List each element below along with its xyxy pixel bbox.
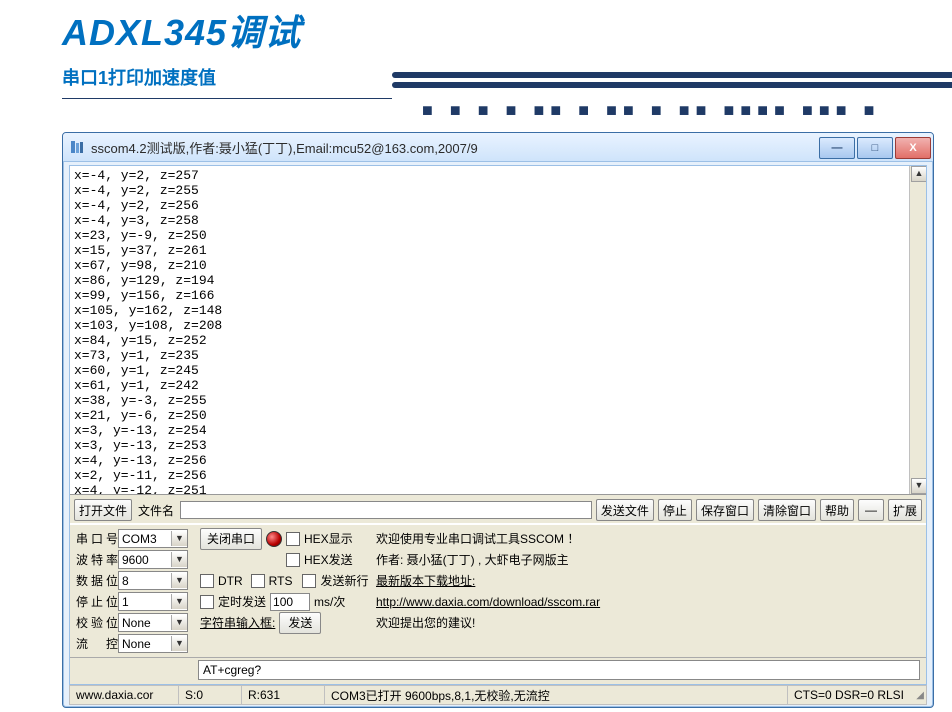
file-toolbar: 打开文件 文件名 发送文件 停止 保存窗口 清除窗口 帮助 — 扩展 [70, 495, 926, 525]
minimize-button[interactable]: — [819, 137, 855, 159]
info-line-5: 欢迎提出您的建议! [376, 613, 920, 632]
chevron-down-icon: ▼ [171, 531, 187, 546]
chevron-down-icon: ▼ [171, 615, 187, 630]
serial-output[interactable]: x=-4, y=2, z=257 x=-4, y=2, z=255 x=-4, … [70, 166, 909, 494]
chevron-down-icon: ▼ [171, 573, 187, 588]
baud-combo[interactable]: 9600▼ [118, 550, 188, 569]
decor-bar-dots: ■ ■ ■ ■ ■■ ■ ■■ ■ ■■ ■■■■ ■■■ ■ [392, 100, 952, 130]
chevron-down-icon: ▼ [171, 636, 187, 651]
status-site[interactable]: www.daxia.cor [70, 686, 179, 704]
open-file-button[interactable]: 打开文件 [74, 499, 132, 521]
baud-label: 波特率 [76, 551, 118, 568]
hex-send-checkbox[interactable] [286, 553, 300, 567]
filename-input[interactable] [180, 501, 592, 519]
parity-label: 校验位 [76, 614, 118, 631]
titlebar[interactable]: sscom4.2测试版,作者:聂小猛(丁丁),Email:mcu52@163.c… [63, 133, 933, 162]
expand-button[interactable]: 扩展 [888, 499, 922, 521]
scroll-down-icon[interactable]: ▼ [911, 478, 926, 494]
timed-send-label: 定时发送 [218, 593, 266, 610]
databits-label: 数据位 [76, 572, 118, 589]
stopbits-label: 停止位 [76, 593, 118, 610]
flow-combo[interactable]: None▼ [118, 634, 188, 653]
decor-line [62, 98, 392, 99]
hex-send-label: HEX发送 [304, 551, 353, 568]
settings-panel: 串口号 COM3▼ 波特率 9600▼ 数据位 8▼ 停止位 1▼ 校验位 No… [70, 525, 926, 657]
dtr-checkbox[interactable] [200, 574, 214, 588]
page-title: ADXL345调试 [62, 4, 301, 56]
port-label: 串口号 [76, 530, 118, 547]
stop-button[interactable]: 停止 [658, 499, 692, 521]
rts-label: RTS [269, 574, 293, 588]
status-connection: COM3已打开 9600bps,8,1,无校验,无流控 [325, 686, 788, 704]
interval-input[interactable] [270, 593, 310, 611]
info-line-2: 作者: 聂小猛(丁丁) , 大虾电子网版主 [376, 550, 920, 569]
record-icon[interactable] [266, 531, 282, 547]
status-bar: www.daxia.cor S:0 R:631 COM3已打开 9600bps,… [69, 685, 927, 705]
page-subtitle: 串口1打印加速度值 [62, 64, 216, 90]
databits-combo[interactable]: 8▼ [118, 571, 188, 590]
dash-button[interactable]: — [858, 499, 884, 521]
interval-unit-label: ms/次 [314, 593, 345, 610]
save-window-button[interactable]: 保存窗口 [696, 499, 754, 521]
clear-window-button[interactable]: 清除窗口 [758, 499, 816, 521]
app-window: sscom4.2测试版,作者:聂小猛(丁丁),Email:mcu52@163.c… [62, 132, 934, 708]
send-newline-checkbox[interactable] [302, 574, 316, 588]
info-line-3: 最新版本下载地址: [376, 571, 920, 590]
app-icon [69, 139, 85, 155]
dtr-label: DTR [218, 574, 243, 588]
close-button[interactable]: X [895, 137, 931, 159]
chevron-down-icon: ▼ [171, 552, 187, 567]
command-input[interactable] [198, 660, 920, 680]
info-line-1: 欢迎使用专业串口调试工具SSCOM ！ [376, 529, 920, 548]
hex-show-checkbox[interactable] [286, 532, 300, 546]
maximize-button[interactable]: □ [857, 137, 893, 159]
stopbits-combo[interactable]: 1▼ [118, 592, 188, 611]
decor-bar-top [392, 68, 952, 98]
chevron-down-icon: ▼ [171, 594, 187, 609]
download-link[interactable]: http://www.daxia.com/download/sscom.rar [376, 595, 600, 609]
send-newline-label: 发送新行 [320, 572, 368, 589]
help-button[interactable]: 帮助 [820, 499, 854, 521]
resize-grip-icon[interactable]: ◢ [910, 690, 926, 701]
flow-label: 流 控 [76, 635, 118, 652]
send-file-button[interactable]: 发送文件 [596, 499, 654, 521]
status-pins: CTS=0 DSR=0 RLSI [788, 686, 910, 704]
status-received: R:631 [242, 686, 325, 704]
send-button[interactable]: 发送 [279, 612, 321, 634]
input-box-label: 字符串输入框: [200, 614, 275, 631]
timed-send-checkbox[interactable] [200, 595, 214, 609]
parity-combo[interactable]: None▼ [118, 613, 188, 632]
rts-checkbox[interactable] [251, 574, 265, 588]
command-input-row [70, 657, 926, 684]
scroll-up-icon[interactable]: ▲ [911, 166, 926, 182]
vertical-scrollbar[interactable]: ▲ ▼ [909, 166, 926, 494]
filename-label: 文件名 [136, 502, 176, 519]
status-sent: S:0 [179, 686, 242, 704]
port-combo[interactable]: COM3▼ [118, 529, 188, 548]
close-port-button[interactable]: 关闭串口 [200, 528, 262, 550]
window-title: sscom4.2测试版,作者:聂小猛(丁丁),Email:mcu52@163.c… [91, 138, 817, 157]
hex-show-label: HEX显示 [304, 530, 353, 547]
